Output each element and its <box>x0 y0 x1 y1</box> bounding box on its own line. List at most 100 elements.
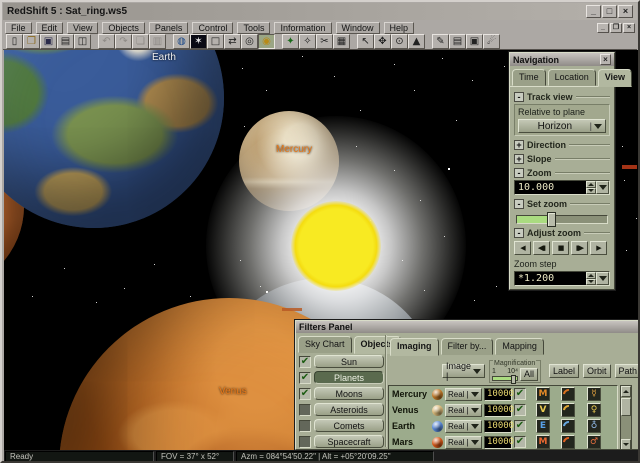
deep-sky-icon[interactable]: ✂ <box>316 34 333 49</box>
report-icon[interactable]: ▤ <box>449 34 466 49</box>
subtab-filter-by[interactable]: Filter by... <box>441 338 494 355</box>
venus-label-button[interactable]: V <box>536 403 550 417</box>
tab-view[interactable]: View <box>598 69 632 87</box>
find-object-icon[interactable]: ✦ <box>282 34 299 49</box>
zoom-preset-dropdown[interactable] <box>596 181 609 194</box>
tab-sky-chart[interactable]: Sky Chart <box>298 336 352 353</box>
zoom-step-dropdown[interactable] <box>596 272 609 285</box>
earth-render-mode-dropdown[interactable]: Real | <box>445 420 482 433</box>
mercury-path-button[interactable]: ☿ <box>587 387 601 401</box>
planets-button[interactable]: Planets <box>314 371 384 384</box>
mdi-minimize-button[interactable]: _ <box>597 23 609 33</box>
label-button[interactable]: Label <box>549 364 579 378</box>
menu-edit[interactable]: Edit <box>36 22 64 34</box>
zoom-tool-icon[interactable]: ⊙ <box>391 34 408 49</box>
print-icon[interactable]: ▤ <box>57 34 74 49</box>
planets-checkbox[interactable] <box>299 372 311 384</box>
asteroids-button[interactable]: Asteroids <box>314 403 384 416</box>
mercury-label-button[interactable]: M <box>536 387 550 401</box>
swap-view-icon[interactable]: ⇄ <box>224 34 241 49</box>
path-button[interactable]: Path <box>615 364 640 378</box>
menu-control[interactable]: Control <box>192 22 233 34</box>
collapse-toggle-icon[interactable]: - <box>514 199 524 209</box>
minimize-button[interactable]: _ <box>586 5 601 18</box>
slider-thumb[interactable] <box>547 212 556 227</box>
scrollbar-thumb[interactable] <box>621 398 631 416</box>
collapse-toggle-icon[interactable]: - <box>514 168 524 178</box>
zoom-step-field[interactable]: *1.200 <box>514 271 610 286</box>
rows-scrollbar[interactable] <box>620 385 632 450</box>
earth-label-button[interactable]: E <box>536 419 550 433</box>
earth-orbit-button[interactable] <box>561 419 575 433</box>
image-mode-dropdown[interactable]: Image | <box>442 364 485 378</box>
venus-checkbox[interactable] <box>514 404 526 416</box>
zoom-stop-button[interactable]: ■ <box>552 241 569 255</box>
navigation-panel-close-icon[interactable]: × <box>600 54 611 65</box>
scroll-down-icon[interactable] <box>621 439 631 450</box>
mercury-orbit-button[interactable] <box>561 387 575 401</box>
zoom-in-fast-button[interactable]: ▶ <box>590 241 607 255</box>
zoom-value-field[interactable]: 10.000 <box>514 180 610 195</box>
mars-path-button[interactable]: ♂ <box>587 435 601 449</box>
comets-button[interactable]: Comets <box>314 419 384 432</box>
close-button[interactable]: × <box>618 5 633 18</box>
navigation-panel-titlebar[interactable]: Navigation × <box>510 53 614 66</box>
filters-panel-titlebar[interactable]: Filters Panel <box>296 321 639 333</box>
spacecraft-button[interactable]: Spacecraft <box>314 435 384 448</box>
mars-checkbox[interactable] <box>514 436 526 448</box>
screen-view-icon[interactable]: □ <box>207 34 224 49</box>
subtab-mapping[interactable]: Mapping <box>495 338 544 355</box>
sky-chart-view-icon[interactable]: ✶ <box>190 34 207 49</box>
lock-object-icon[interactable]: ◉ <box>258 34 275 49</box>
menu-panels[interactable]: Panels <box>149 22 189 34</box>
expand-toggle-icon[interactable]: + <box>514 140 524 150</box>
fly-tool-icon[interactable]: ▲ <box>408 34 425 49</box>
tab-time[interactable]: Time <box>512 69 546 86</box>
slider-thumb[interactable] <box>511 375 516 384</box>
collapse-toggle-icon[interactable]: - <box>514 228 524 238</box>
sun-button[interactable]: Sun <box>314 355 384 368</box>
venus-orbit-button[interactable] <box>561 403 575 417</box>
plane-dropdown[interactable]: Horizon | <box>518 119 606 133</box>
binoculars-icon[interactable]: ◎ <box>241 34 258 49</box>
identify-object-icon[interactable]: ✧ <box>299 34 316 49</box>
earth-magnification-field[interactable]: 10000 <box>484 420 512 433</box>
save-file-icon[interactable]: ▣ <box>40 34 57 49</box>
orbit-button[interactable]: Orbit <box>583 364 611 378</box>
menu-objects[interactable]: Objects <box>102 22 145 34</box>
venus-magnification-field[interactable]: 10000 <box>484 404 512 417</box>
sun[interactable] <box>291 201 381 291</box>
print-preview-icon[interactable]: ◫ <box>74 34 91 49</box>
collapse-toggle-icon[interactable]: - <box>514 92 524 102</box>
mars-label-button[interactable]: M <box>536 435 550 449</box>
zoom-out-fast-button[interactable]: ◀ <box>514 241 531 255</box>
mercury-checkbox[interactable] <box>514 388 526 400</box>
earth-planet[interactable] <box>4 50 224 228</box>
subtab-imaging[interactable]: Imaging <box>390 338 439 356</box>
moons-checkbox[interactable] <box>299 388 311 400</box>
comets-checkbox[interactable] <box>299 420 311 432</box>
menu-view[interactable]: View <box>67 22 98 34</box>
earth-path-button[interactable]: ♁ <box>587 419 601 433</box>
sun-checkbox[interactable] <box>299 356 311 368</box>
mars-orbit-button[interactable] <box>561 435 575 449</box>
zoom-out-step-button[interactable]: ◀▮ <box>533 241 550 255</box>
media-icon[interactable]: ▣ <box>466 34 483 49</box>
pen-tool-icon[interactable]: ✎ <box>432 34 449 49</box>
mercury-magnification-field[interactable]: 10000 <box>484 388 512 401</box>
menu-file[interactable]: File <box>5 22 32 34</box>
asteroids-checkbox[interactable] <box>299 404 311 416</box>
select-cursor-icon[interactable]: ↖ <box>357 34 374 49</box>
spacecraft-checkbox[interactable] <box>299 436 311 448</box>
zoom-spinner[interactable] <box>586 181 596 194</box>
open-file-icon[interactable]: ❐ <box>23 34 40 49</box>
set-zoom-slider[interactable] <box>516 215 608 224</box>
expand-toggle-icon[interactable]: + <box>514 154 524 164</box>
maximize-button[interactable]: □ <box>602 5 617 18</box>
magnification-slider[interactable] <box>492 376 518 381</box>
moons-button[interactable]: Moons <box>314 387 384 400</box>
zoom-in-step-button[interactable]: ▮▶ <box>571 241 588 255</box>
new-file-icon[interactable]: ▯ <box>6 34 23 49</box>
mdi-restore-button[interactable]: ❐ <box>610 23 622 33</box>
comet-guide-icon[interactable]: ☄ <box>483 34 500 49</box>
